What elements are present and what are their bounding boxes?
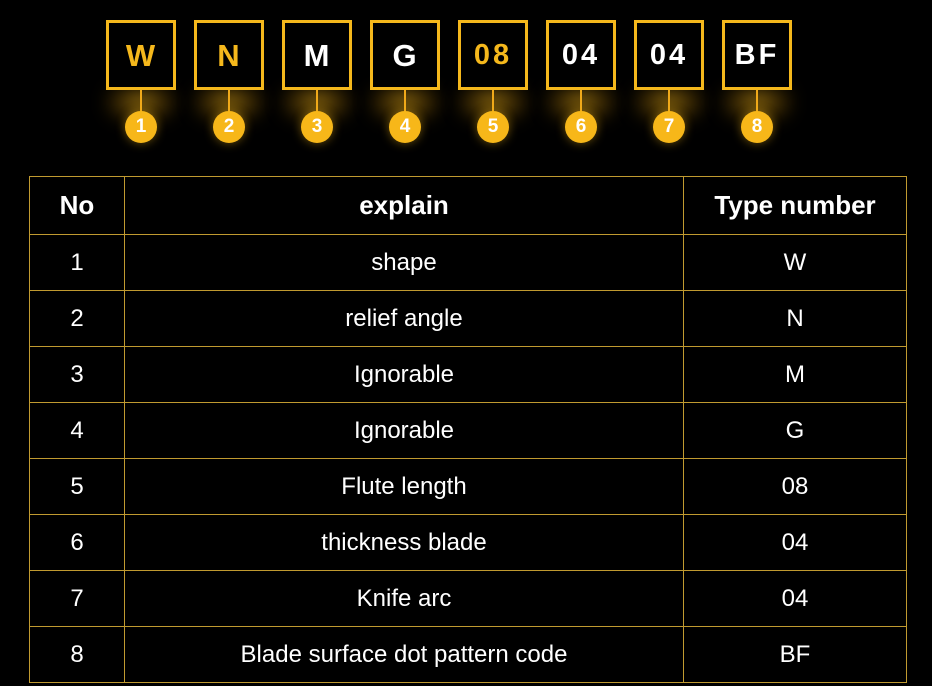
cell-explain: Ignorable (124, 346, 684, 403)
index-badge-6: 6 (565, 111, 597, 143)
code-character: G (392, 37, 418, 73)
code-character: 08 (473, 38, 513, 71)
code-segment-2: N2 (190, 0, 268, 160)
code-box-6: 04 (546, 20, 616, 90)
table-row: 7 Knife arc 04 (29, 570, 907, 627)
cell-explain: Flute length (124, 458, 684, 515)
cell-explain: Ignorable (124, 402, 684, 459)
code-character: 04 (561, 38, 601, 71)
specification-table: No explain Type number 1 shape W 2 relief an… (29, 176, 907, 683)
table-row: 4 Ignorable G (29, 402, 907, 459)
code-segment-3: M3 (278, 0, 356, 160)
cell-no: 5 (29, 458, 125, 515)
code-segment-8: BF 8 (718, 0, 796, 160)
cell-type-number: G (683, 402, 907, 459)
code-character: 04 (649, 38, 689, 71)
table-header-row: No explain Type number (29, 176, 907, 235)
cell-explain: Knife arc (124, 570, 684, 627)
cell-no: 1 (29, 234, 125, 291)
cell-type-number: N (683, 290, 907, 347)
table-row: 6 thickness blade 04 (29, 514, 907, 571)
code-box-4: G (370, 20, 440, 90)
code-segment-1: W1 (102, 0, 180, 160)
table-row: 3 Ignorable M (29, 346, 907, 403)
column-header-no: No (29, 176, 125, 235)
index-badge-3: 3 (301, 111, 333, 143)
table-row: 1 shape W (29, 234, 907, 291)
code-character: BF (734, 38, 780, 71)
code-segment-7: 04 7 (630, 0, 708, 160)
table-row: 5 Flute length 08 (29, 458, 907, 515)
cell-explain: relief angle (124, 290, 684, 347)
code-box-7: 04 (634, 20, 704, 90)
code-segment-6: 04 6 (542, 0, 620, 160)
table-row: 8 Blade surface dot pattern code BF (29, 626, 907, 683)
code-strip: W 1 N 2 M 3 G 4 08 5 04 6 04 7 BF 8 (0, 0, 932, 160)
index-badge-4: 4 (389, 111, 421, 143)
code-segment-5: 08 5 (454, 0, 532, 160)
code-box-5: 08 (458, 20, 528, 90)
index-badge-2: 2 (213, 111, 245, 143)
code-character: N (217, 37, 241, 73)
cell-no: 2 (29, 290, 125, 347)
code-box-1: W (106, 20, 176, 90)
cell-no: 8 (29, 626, 125, 683)
cell-type-number: M (683, 346, 907, 403)
cell-no: 4 (29, 402, 125, 459)
code-box-8: BF (722, 20, 792, 90)
table-body: 1 shape W 2 relief angle N 3 Ignorable M 4 Ignorab… (29, 234, 907, 683)
code-character: W (125, 37, 157, 73)
cell-no: 7 (29, 570, 125, 627)
code-box-2: N (194, 20, 264, 90)
cell-explain: Blade surface dot pattern code (124, 626, 684, 683)
index-badge-7: 7 (653, 111, 685, 143)
cell-type-number: 08 (683, 458, 907, 515)
code-segment-4: G4 (366, 0, 444, 160)
cell-explain: thickness blade (124, 514, 684, 571)
cell-type-number: W (683, 234, 907, 291)
code-box-3: M (282, 20, 352, 90)
column-header-explain: explain (124, 176, 684, 235)
cell-explain: shape (124, 234, 684, 291)
cell-no: 3 (29, 346, 125, 403)
cell-no: 6 (29, 514, 125, 571)
index-badge-8: 8 (741, 111, 773, 143)
cell-type-number: 04 (683, 514, 907, 571)
code-character: M (303, 37, 331, 73)
column-header-type-number: Type number (683, 176, 907, 235)
cell-type-number: BF (683, 626, 907, 683)
index-badge-5: 5 (477, 111, 509, 143)
cell-type-number: 04 (683, 570, 907, 627)
table-row: 2 relief angle N (29, 290, 907, 347)
index-badge-1: 1 (125, 111, 157, 143)
